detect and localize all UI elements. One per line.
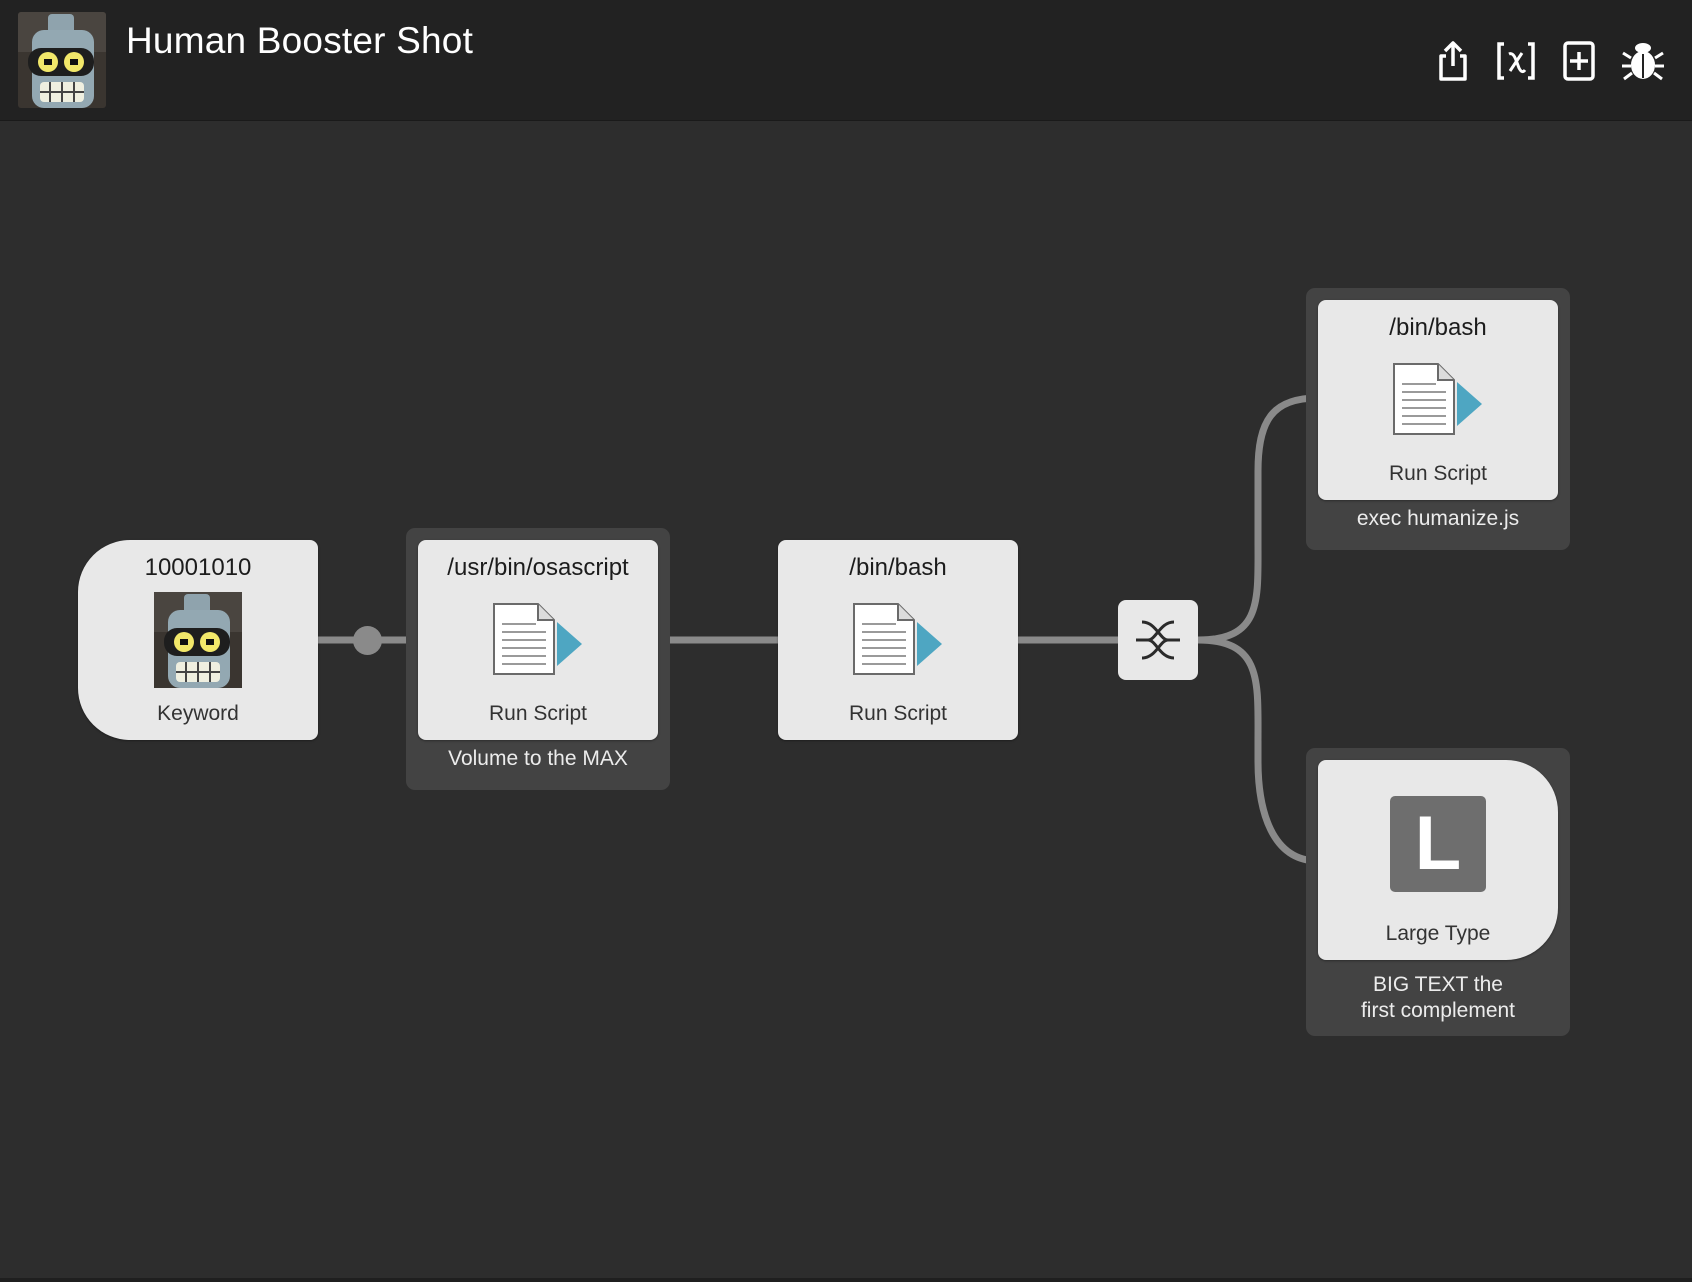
keyword-label: Keyword <box>157 702 239 725</box>
large-type-icon: L <box>1390 796 1486 892</box>
header-bar: Human Booster Shot <box>0 0 1692 121</box>
script3-node[interactable]: /bin/bash Run Script <box>1318 300 1558 500</box>
script3-language: /bin/bash <box>1389 314 1487 341</box>
run-script-icon <box>493 603 582 675</box>
run-script-icon <box>853 603 942 675</box>
keyword-avatar-icon <box>154 592 242 688</box>
largetype-caption-line2: first complement <box>1360 999 1516 1022</box>
connection-dot[interactable] <box>353 626 382 655</box>
bottom-edge <box>0 1278 1692 1282</box>
keyword-node[interactable]: 10001010 Keyword <box>78 540 318 740</box>
share-button[interactable] <box>1430 38 1476 84</box>
variables-icon <box>1497 42 1535 80</box>
debug-icon <box>1622 43 1664 81</box>
script2-language: /bin/bash <box>849 554 947 581</box>
wire-junction-to-largetype <box>1197 636 1319 865</box>
workflow-avatar <box>18 12 106 108</box>
debug-button[interactable] <box>1620 38 1666 84</box>
add-object-button[interactable] <box>1556 38 1602 84</box>
share-icon <box>1439 41 1467 81</box>
largetype-node[interactable]: L Large Type <box>1318 760 1558 960</box>
workflow-canvas[interactable]: 10001010 Keyword Volume to the MAX /usr/… <box>0 121 1692 1282</box>
large-type-letter: L <box>1414 801 1462 886</box>
workflow-title: Human Booster Shot <box>126 20 474 61</box>
junction-node[interactable] <box>1118 600 1198 680</box>
largetype-caption-line1: BIG TEXT the <box>1373 973 1503 996</box>
wire-junction-to-script3 <box>1197 394 1319 644</box>
variables-button[interactable] <box>1493 38 1539 84</box>
script2-node[interactable]: /bin/bash Run Script <box>778 540 1018 740</box>
run-script-icon <box>1393 363 1482 435</box>
script3-label: Run Script <box>1388 462 1488 485</box>
largetype-label: Large Type <box>1385 922 1491 945</box>
script2-label: Run Script <box>848 702 948 725</box>
script1-label: Run Script <box>488 702 588 725</box>
script1-language: /usr/bin/osascript <box>447 554 629 581</box>
script1-node[interactable]: /usr/bin/osascript Run Script <box>418 540 658 740</box>
keyword-value: 10001010 <box>144 554 252 581</box>
junction-icon <box>1136 620 1180 660</box>
add-icon <box>1563 41 1595 81</box>
script3-caption: exec humanize.js <box>1356 507 1520 530</box>
script1-caption: Volume to the MAX <box>448 747 628 770</box>
